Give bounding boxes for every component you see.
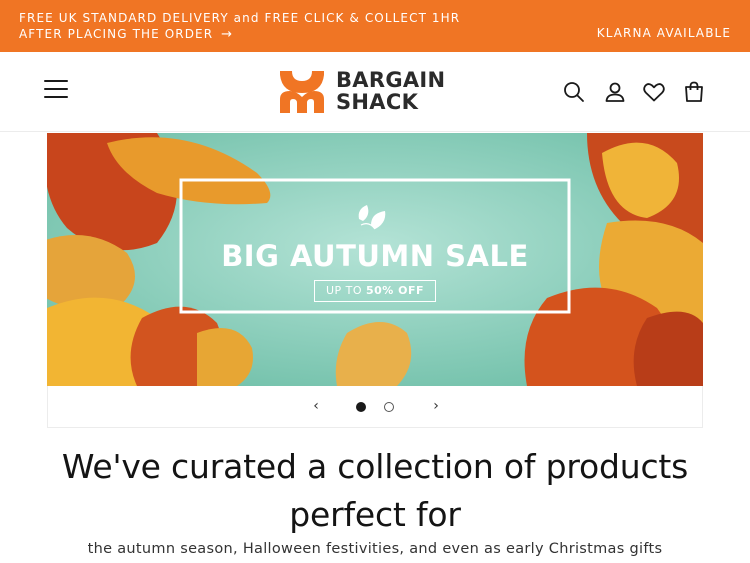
brand-wordmark: BARGAIN SHACK [336,69,445,113]
badge-value: 50% OFF [366,284,425,297]
brand-word-1: BARGAIN [336,68,446,92]
brand-logo[interactable]: BARGAIN SHACK [278,67,478,117]
badge-prefix: UP TO [325,284,362,297]
chevron-right-icon[interactable]: › [427,397,445,415]
announcement-line-1: FREE UK STANDARD DELIVERY and FREE CLICK… [19,11,461,25]
slide-dot-2[interactable] [384,402,394,412]
announcement-line-2: AFTER PLACING THE ORDER [19,27,214,41]
discount-badge: UP TO 50% OFF [314,280,436,302]
slide-dot-1[interactable] [356,402,366,412]
wishlist-heart-icon[interactable] [642,80,666,104]
search-icon[interactable] [562,80,586,104]
announcement-message[interactable]: FREE UK STANDARD DELIVERY and FREE CLICK… [19,10,460,43]
headline-line-1: We've curated a collection of products [61,447,689,486]
chevron-left-icon[interactable]: ‹ [307,397,325,415]
collection-headline: We've curated a collection of products p… [0,443,750,539]
site-header: BARGAIN SHACK [0,52,750,132]
slider-controls: ‹ › [47,386,703,428]
account-icon[interactable] [603,80,627,104]
menu-icon[interactable] [44,80,68,102]
hero-title: BIG AUTUMN SALE [221,239,529,273]
logo-mark-icon [280,71,324,113]
arrow-right-icon: → [221,27,234,42]
headline-line-2: perfect for [289,495,461,534]
announcement-bar: FREE UK STANDARD DELIVERY and FREE CLICK… [0,0,750,52]
collection-subline: the autumn season, Halloween festivities… [87,541,663,557]
cart-bag-icon[interactable] [682,80,706,104]
klarna-notice[interactable]: KLARNA AVAILABLE [597,26,731,40]
hero-banner[interactable]: BIG AUTUMN SALE UP TO 50% OFF [47,133,703,386]
brand-word-2: SHACK [336,90,419,114]
